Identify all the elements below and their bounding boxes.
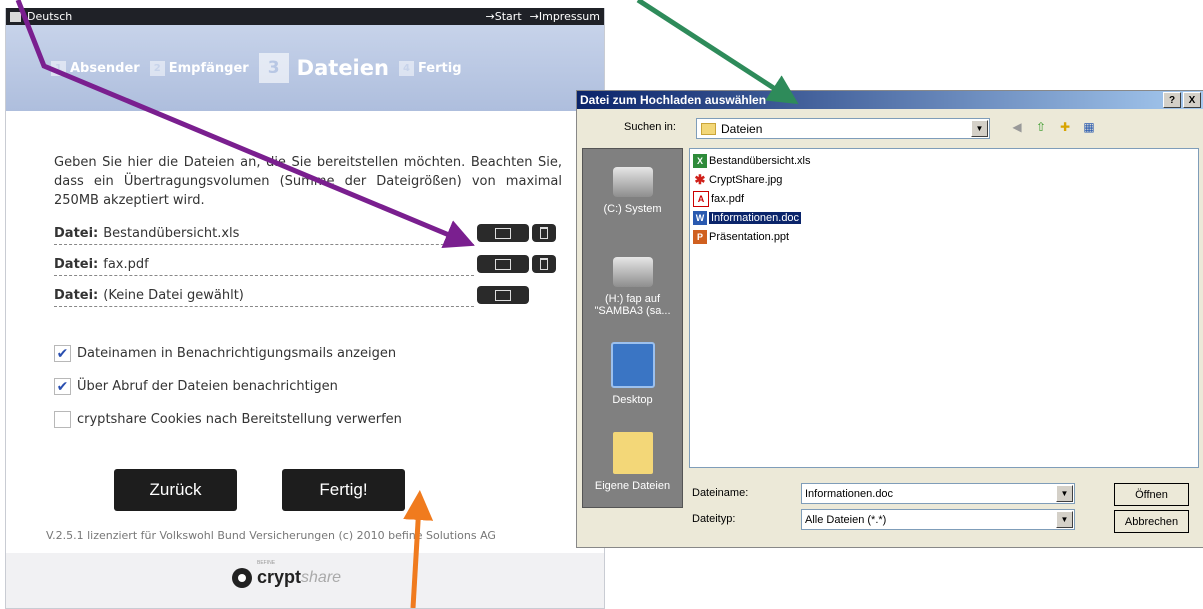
logo-icon [232, 567, 252, 588]
intro-text: Geben Sie hier die Dateien an, die Sie b… [54, 155, 562, 208]
file-name: fax.pdf [103, 256, 149, 272]
trash-icon [540, 258, 548, 270]
wizard-steps: 1 Absender 2 Empfänger 3 Dateien 4 Fertig [6, 25, 604, 111]
powerpoint-file-icon: P [693, 230, 707, 244]
option-notify-download[interactable]: ✔ Über Abruf der Dateien benachrichtigen [54, 370, 564, 403]
file-name: (Keine Datei gewählt) [103, 287, 244, 303]
finish-button[interactable]: Fertig! [282, 469, 405, 511]
places-bar: (C:) System (H:) fap auf "SAMBA3 (sa... … [582, 148, 683, 508]
list-item[interactable]: A fax.pdf [693, 191, 744, 207]
filename-label: Dateiname: [692, 487, 749, 499]
look-in-dropdown[interactable]: Dateien ▼ [696, 118, 990, 139]
place-my-documents[interactable]: Eigene Dateien [583, 432, 682, 492]
nav-buttons: Zurück Fertig! [114, 469, 405, 511]
chevron-down-icon[interactable]: ▼ [1056, 485, 1073, 502]
delete-button[interactable] [532, 255, 556, 273]
green-arrow [636, 0, 799, 105]
look-in-label: Suchen in: [624, 121, 676, 133]
option-discard-cookies[interactable]: cryptshare Cookies nach Bereitstellung v… [54, 403, 564, 436]
file-row: Datei: (Keine Datei gewählt) [54, 284, 529, 307]
filetype-select[interactable]: Alle Dateien (*.*) ▼ [801, 509, 1075, 530]
open-button[interactable]: Öffnen [1114, 483, 1189, 506]
file-list-view: X Bestandübersicht.xls ✱ CryptShare.jpg … [689, 148, 1199, 468]
hard-drive-icon [612, 167, 653, 197]
help-button[interactable]: ? [1163, 92, 1181, 108]
step-dateien: 3 Dateien [258, 53, 389, 83]
browse-button[interactable] [477, 255, 529, 273]
network-drive-icon [612, 257, 653, 287]
delete-button[interactable] [532, 224, 556, 242]
my-documents-icon [612, 432, 653, 474]
step-fertig: 4 Fertig [398, 60, 462, 76]
filename-input[interactable]: Informationen.doc ▼ [801, 483, 1075, 504]
dialog-title: Datei zum Hochladen auswählen [580, 93, 767, 107]
folder-icon [495, 258, 511, 270]
pdf-file-icon: A [693, 191, 709, 207]
cryptshare-app: Deutsch →Start →Impressum 1 Absender 2 Empf… [5, 8, 605, 609]
excel-file-icon: X [693, 154, 707, 168]
options: ✔ Dateinamen in Benachrichtigungsmails a… [54, 337, 564, 436]
close-button[interactable]: X [1183, 92, 1201, 108]
browse-button[interactable] [477, 224, 529, 242]
checkbox[interactable] [54, 411, 71, 428]
image-file-icon: ✱ [694, 172, 706, 187]
license-footer: V.2.5.1 lizenziert für Volkswohl Bund Ve… [46, 529, 496, 542]
cancel-button[interactable]: Abbrechen [1114, 510, 1189, 533]
chevron-down-icon[interactable]: ▼ [971, 120, 988, 137]
dialog-titlebar[interactable]: Datei zum Hochladen auswählen ? X [577, 91, 1203, 109]
new-folder-icon[interactable]: ✚ [1057, 119, 1073, 135]
place-c-drive[interactable]: (C:) System [583, 167, 682, 215]
view-menu-icon[interactable]: ▦ [1081, 119, 1097, 135]
option-show-filenames[interactable]: ✔ Dateinamen in Benachrichtigungsmails a… [54, 337, 564, 370]
folder-icon [701, 122, 716, 135]
back-icon[interactable]: ◀ [1009, 119, 1025, 135]
folder-icon [495, 227, 511, 239]
place-network-drive[interactable]: (H:) fap auf "SAMBA3 (sa... [583, 257, 682, 317]
start-link[interactable]: →Start [486, 10, 522, 23]
main-content: Geben Sie hier die Dateien an, die Sie b… [6, 111, 604, 553]
step-absender: 1 Absender [51, 60, 140, 76]
back-button[interactable]: Zurück [114, 469, 237, 511]
list-item[interactable]: X Bestandübersicht.xls [693, 153, 811, 169]
list-item-selected[interactable]: W Informationen.doc [693, 210, 802, 226]
up-folder-icon[interactable]: ⇧ [1033, 119, 1049, 135]
list-item[interactable]: P Präsentation.ppt [693, 229, 789, 245]
top-bar: Deutsch →Start →Impressum [6, 8, 604, 25]
folder-icon [495, 289, 511, 301]
chevron-down-icon[interactable]: ▼ [1056, 511, 1073, 528]
dialog-toolbar: ◀ ⇧ ✚ ▦ [1009, 119, 1097, 135]
step-empfaenger: 2 Empfänger [149, 60, 249, 76]
desktop-icon [610, 342, 655, 388]
language-label[interactable]: Deutsch [27, 10, 72, 23]
place-desktop[interactable]: Desktop [583, 342, 682, 406]
checkbox[interactable]: ✔ [54, 345, 71, 362]
trash-icon [540, 227, 548, 239]
file-row: Datei: fax.pdf [54, 253, 556, 276]
list-item[interactable]: ✱ CryptShare.jpg [693, 172, 783, 188]
file-list: Datei: Bestandübersicht.xls Datei: fax.p… [54, 222, 564, 307]
file-name: Bestandübersicht.xls [103, 225, 240, 241]
checkbox[interactable]: ✔ [54, 378, 71, 395]
top-links: →Start →Impressum [478, 10, 600, 23]
browse-button[interactable] [477, 286, 529, 304]
filetype-label: Dateityp: [692, 513, 736, 525]
word-file-icon: W [693, 211, 707, 225]
file-open-dialog: Datei zum Hochladen auswählen ? X Suchen… [576, 90, 1203, 548]
impressum-link[interactable]: →Impressum [530, 10, 600, 23]
language-icon [10, 11, 21, 22]
language-selector[interactable]: Deutsch [10, 10, 72, 23]
cryptshare-logo: BEFINE crypt share [232, 560, 341, 588]
file-row: Datei: Bestandübersicht.xls [54, 222, 556, 245]
